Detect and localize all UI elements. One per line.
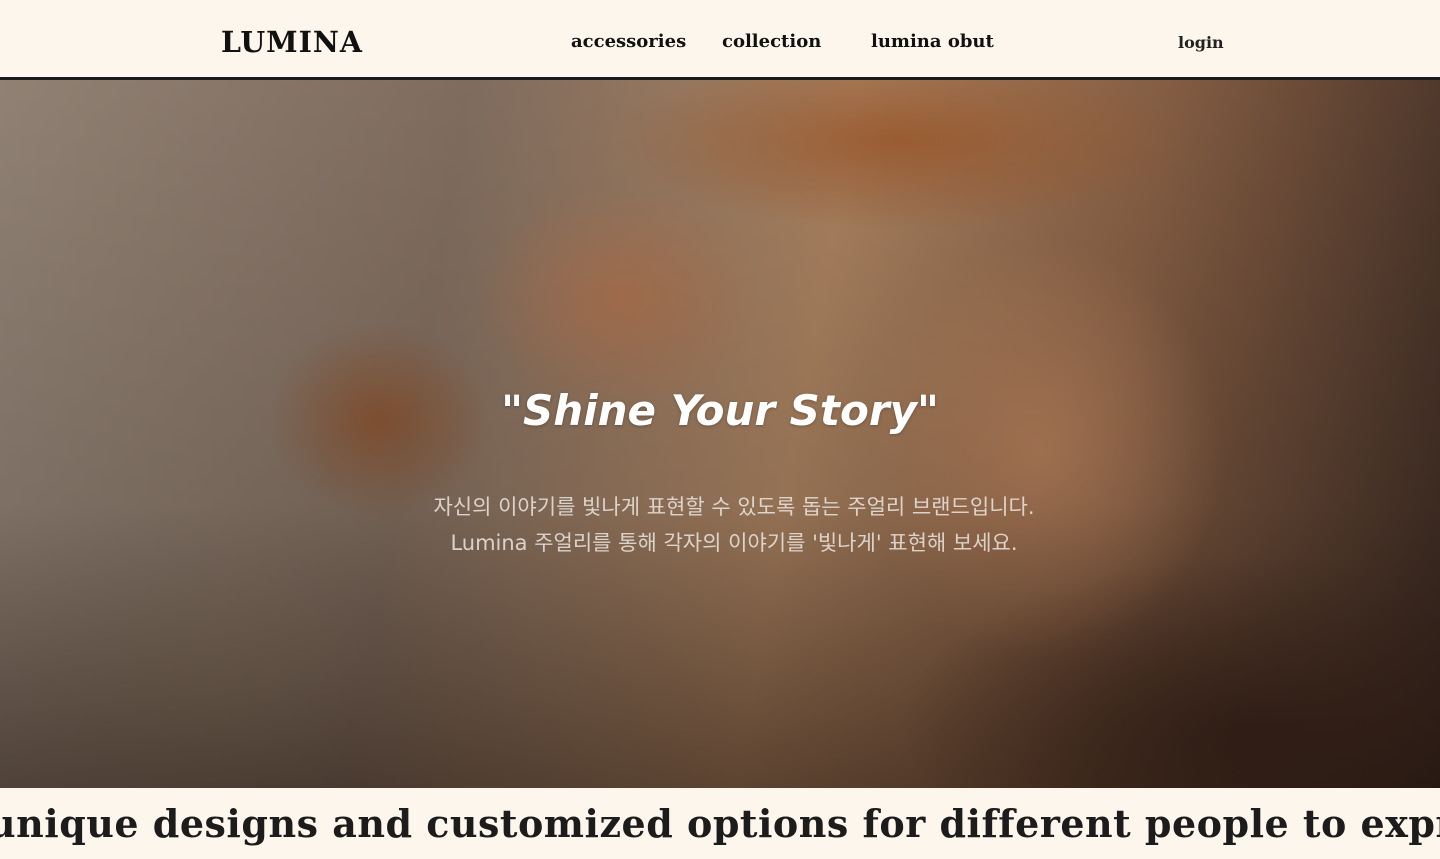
- nav-about[interactable]: lumina obut: [871, 30, 994, 54]
- brand-logo[interactable]: LUMINA: [221, 24, 363, 60]
- hero-title: "Shine Your Story": [501, 386, 939, 435]
- hero-description-line-2: Lumina 주얼리를 통해 각자의 이야기를 '빛나게' 표현해 보세요.: [450, 531, 1018, 555]
- marquee-banner: unique designs and customized options fo…: [0, 788, 1440, 859]
- marquee-text: unique designs and customized options fo…: [0, 801, 1440, 846]
- nav-collection[interactable]: collection: [722, 30, 821, 54]
- nav-accessories[interactable]: accessories: [571, 30, 686, 54]
- hero-banner: "Shine Your Story" 자신의 이야기를 빛나게 표현할 수 있도…: [0, 80, 1440, 788]
- login-link[interactable]: login: [1178, 32, 1224, 54]
- site-header: LUMINA accessories collection lumina obu…: [0, 0, 1440, 80]
- hero-description-line-1: 자신의 이야기를 빛나게 표현할 수 있도록 돕는 주얼리 브랜드입니다.: [433, 495, 1035, 519]
